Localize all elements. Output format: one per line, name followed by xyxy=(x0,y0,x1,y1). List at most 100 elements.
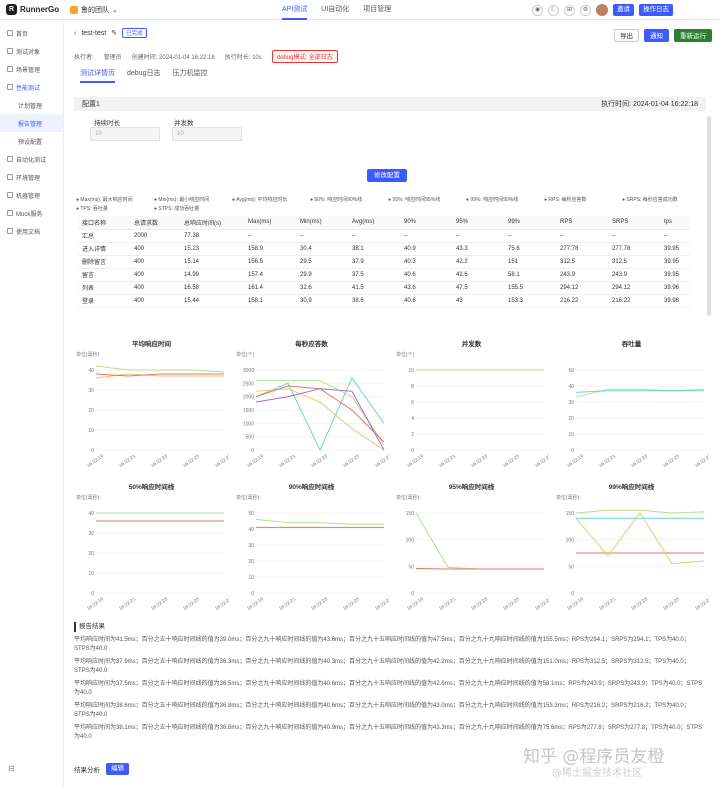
sidebar-item-env[interactable]: 环境管理 xyxy=(0,168,63,186)
sidebar-item-label: 性能测试 xyxy=(16,85,41,92)
table-cell: 75.6 xyxy=(504,242,556,256)
chart-svg: 10 8 6 4 2 016:22:19 16:22:21 16:22:23 16:22:25 1… xyxy=(406,368,549,468)
sidebar-item-presets[interactable]: 预设配置 xyxy=(0,132,63,150)
sidebar-item-home[interactable]: 首页 xyxy=(0,24,63,42)
config-exec-time: 执行时间: 2024-01-04 16:22:18 xyxy=(601,101,698,108)
sidebar: 首页 测试对象 场景管理 性能测试 计划管理 报告管理 预设配置 自动化测试 环… xyxy=(0,20,64,787)
tab-debug-log[interactable]: debug日志 xyxy=(127,68,160,83)
rerun-button[interactable]: 重新运行 xyxy=(674,29,712,42)
theme-icon[interactable]: ☾ xyxy=(548,4,559,16)
table-cell: 39.96 xyxy=(660,281,690,295)
report-line: 平均响应时间为38.1ms；百分之五十响应时间线的值为36.8ms；百分之九十响… xyxy=(74,724,703,741)
avatar[interactable] xyxy=(596,4,608,16)
series-line xyxy=(95,365,225,373)
modify-config-button[interactable]: 修改配置 xyxy=(367,169,407,182)
nav-ui-auto[interactable]: UI自动化 xyxy=(321,0,349,20)
x-tick-label: 16:22:23 xyxy=(310,596,329,611)
table-cell: 156.5 xyxy=(244,255,296,269)
chart-title: 95%响应时间线 xyxy=(448,484,495,491)
team-selector[interactable]: 鲁的团队 ⌄ xyxy=(70,5,118,15)
debug-mode-select[interactable]: debug模式: 全部日志 xyxy=(271,50,338,63)
x-tick-label: 16:22:23 xyxy=(630,453,649,468)
table-cell: 删除留言 xyxy=(78,255,130,269)
sidebar-item-auto-test[interactable]: 自动化测试 xyxy=(0,150,63,168)
config-panel-header[interactable]: 配置1 执行时间: 2024-01-04 16:22:18 xyxy=(74,97,706,111)
concurrency-field[interactable]: 10 xyxy=(172,127,242,141)
y-tick-label: 50 xyxy=(408,564,414,570)
nav-project[interactable]: 项目管理 xyxy=(363,0,391,20)
back-icon[interactable]: ‹ xyxy=(74,30,76,37)
edit-analysis-button[interactable]: 编辑 xyxy=(106,763,129,775)
table-cell: 16.58 xyxy=(180,281,244,295)
sidebar-item-test-objects[interactable]: 测试对象 xyxy=(0,42,63,60)
y-tick-label: 10 xyxy=(88,428,94,434)
legend-item: ● SRPS: 每秒应答成功数 xyxy=(622,197,678,203)
sidebar-item-mock[interactable]: Mock服务 xyxy=(0,204,63,222)
settings-icon[interactable]: ⚙ xyxy=(580,4,591,16)
table-row: 汇总 2000 77.38– – – – – – – – – xyxy=(78,229,690,243)
table-row: 删除留言 400 15.14 156.5 29.5 37.9 40.3 42.2 151 312.… xyxy=(78,255,690,269)
sidebar-item-docs[interactable]: 使用文档 xyxy=(0,222,63,240)
x-tick-label: 16:22:21 xyxy=(438,453,457,468)
table-header-cell: 99% xyxy=(504,216,556,230)
y-tick-label: 50 xyxy=(568,564,574,570)
table-cell: 30.9 xyxy=(296,294,348,308)
chart-3: 并发数 单位(个) 10 8 6 4 2 0 16:22:19 16:22:21 16:22:23 1… xyxy=(394,338,549,468)
table-cell: 40.6 xyxy=(400,268,452,282)
edit-title-icon[interactable]: ✎ xyxy=(111,29,117,37)
table-cell: 216.22 xyxy=(556,294,608,308)
y-tick-label: 0 xyxy=(91,591,94,597)
chart-4: 吞吐量 50 40 30 20 10 0 16:22:19 16:22:21 16:22:23 16… xyxy=(554,338,709,468)
result-analysis: 结果分析 编辑 xyxy=(74,763,129,775)
sidebar-item-label: 预设配置 xyxy=(18,139,43,146)
scene-icon xyxy=(7,66,13,72)
duration-field[interactable]: 10 xyxy=(90,127,160,141)
x-tick-label: 16:22:19 xyxy=(566,596,585,611)
sidebar-item-reports[interactable]: 报告管理 xyxy=(0,114,63,132)
legend-item: ● STPS: 成功吞吐量 xyxy=(154,206,200,212)
x-tick-label: 16:22:25 xyxy=(502,453,521,468)
sidebar-item-plans[interactable]: 计划管理 xyxy=(0,96,63,114)
table-cell: 400 xyxy=(130,281,180,295)
x-tick-label: 16:22:19 xyxy=(406,596,425,611)
x-tick-label: 16:22:19 xyxy=(566,453,585,468)
metric-legend: ● Max(ms): 最大响应时间 ● Min(ms): 最小响应时间 ● Avg(… xyxy=(76,196,704,214)
table-cell: 40.3 xyxy=(400,255,452,269)
y-tick-label: 0 xyxy=(251,591,254,597)
language-icon[interactable]: ⊞ xyxy=(564,4,575,16)
x-tick-label: 16:22:23 xyxy=(630,596,649,611)
sidebar-item-label: 环境管理 xyxy=(16,175,41,182)
x-tick-label: 16:22:25 xyxy=(502,596,521,611)
table-cell: – xyxy=(296,229,348,243)
chart-title: 90%响应时间线 xyxy=(288,484,335,491)
tab-machine-monitor[interactable]: 压力机监控 xyxy=(172,68,207,83)
github-icon[interactable]: ◉ xyxy=(532,4,543,16)
chart-8: 99%响应时间线 单位(毫秒) 150 100 50 0 16:22:19 16:22:21 1… xyxy=(554,481,709,611)
chart-title: 50%响应时间线 xyxy=(128,484,175,491)
table-cell: 2000 xyxy=(130,229,180,243)
table-header-cell: Min(ms) xyxy=(296,216,348,230)
legend-item: ● RPS: 每秒应答数 xyxy=(544,197,587,203)
sidebar-item-performance[interactable]: 性能测试 xyxy=(0,78,63,96)
notify-button[interactable]: 通知 xyxy=(644,29,669,42)
y-tick-label: 50 xyxy=(248,511,254,517)
table-cell: 158.1 xyxy=(244,294,296,308)
y-tick-label: 0 xyxy=(91,448,94,454)
chart-2: 每秒应答数 单位(个) 3000 2500 2000 1500 1000 500 0 16:22:… xyxy=(234,338,389,468)
chart-svg: 40 30 20 10 016:22:19 16:22:21 16:22:23 16:22:2… xyxy=(86,511,229,611)
table-scrollbar[interactable] xyxy=(707,116,711,316)
nav-api-test[interactable]: API测试 xyxy=(282,0,308,20)
chart-title: 每秒应答数 xyxy=(295,341,328,348)
app-logo[interactable]: R RunnerGo xyxy=(6,4,59,15)
tab-details[interactable]: 测试详情页 xyxy=(80,68,115,83)
invite-button[interactable]: 邀请 xyxy=(613,4,634,16)
collapse-sidebar-icon[interactable]: ⊟ xyxy=(8,764,15,773)
operation-log-button[interactable]: 操作日志 xyxy=(639,4,673,16)
duration-label: 持续时长 xyxy=(94,120,120,127)
sidebar-item-scenes[interactable]: 场景管理 xyxy=(0,60,63,78)
table-cell: 216.22 xyxy=(608,294,660,308)
x-tick-label: 16:22:27 xyxy=(374,596,389,611)
sidebar-item-machines[interactable]: 机器管理 xyxy=(0,186,63,204)
series-line xyxy=(255,518,384,525)
export-button[interactable]: 导出 xyxy=(614,29,639,42)
